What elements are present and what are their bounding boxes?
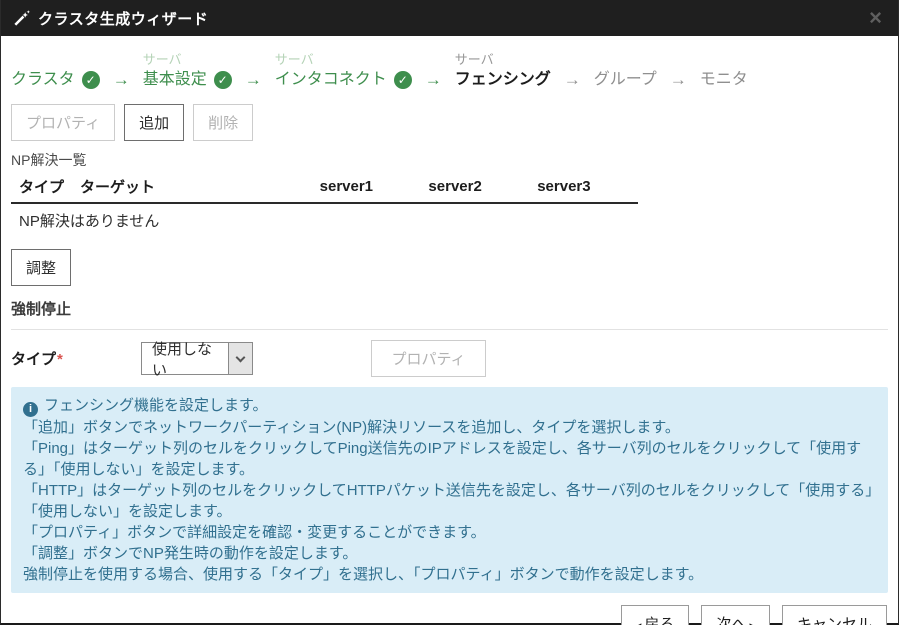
add-button[interactable]: 追加: [124, 104, 184, 141]
col-header-server2: server2: [420, 171, 529, 203]
back-button[interactable]: ◂戻る: [621, 605, 690, 625]
step-label: モニタ: [700, 68, 748, 92]
force-stop-type-row: タイプ* 使用しない プロパティ: [11, 340, 888, 377]
next-arrow-icon: ▸: [749, 620, 755, 625]
close-icon[interactable]: ×: [865, 7, 886, 29]
col-header-server3: server3: [529, 171, 638, 203]
property-button[interactable]: プロパティ: [11, 104, 115, 141]
info-text: 「追加」ボタンでネットワークパーティション(NP)解決リソースを追加し、タイプを…: [23, 417, 876, 438]
wand-icon: [13, 10, 30, 27]
col-header-server1: server1: [312, 171, 421, 203]
step-basic-settings[interactable]: サーバ 基本設定 ✓: [143, 52, 232, 92]
info-text: 「プロパティ」ボタンで詳細設定を確認・変更することができます。: [23, 522, 876, 543]
wizard-stepper: クラスタ ✓ → サーバ 基本設定 ✓ → サーバ インタコネクト ✓ → サー…: [11, 36, 888, 92]
check-circle-icon: ✓: [394, 71, 412, 89]
info-text: 「Ping」はターゲット列のセルをクリックしてPing送信先のIPアドレスを設定…: [23, 438, 876, 480]
info-text: フェンシング機能を設定します。: [44, 397, 268, 414]
window-title: クラスタ生成ウィザード: [38, 8, 208, 29]
cancel-button[interactable]: キャンセル: [782, 605, 887, 625]
np-list-caption: NP解決一覧: [11, 151, 888, 169]
tune-button[interactable]: 調整: [11, 249, 71, 286]
step-interconnect[interactable]: サーバ インタコネクト ✓: [275, 52, 412, 92]
step-label: インタコネクト: [275, 68, 387, 92]
step-sublabel: サーバ: [455, 52, 551, 68]
next-button[interactable]: 次へ▸: [701, 605, 770, 625]
step-label: フェンシング: [455, 68, 551, 92]
check-circle-icon: ✓: [82, 71, 100, 89]
arrow-right-icon: →: [113, 68, 130, 92]
title-bar: クラスタ生成ウィザード ×: [1, 0, 898, 36]
step-label: 基本設定: [143, 68, 207, 92]
type-select-value: 使用しない: [142, 343, 228, 374]
np-toolbar: プロパティ 追加 削除: [11, 104, 888, 141]
np-resolution-table: タイプ ターゲット server1 server2 server3 NP解決はあ…: [11, 171, 638, 237]
remove-button[interactable]: 削除: [193, 104, 253, 141]
info-icon: i: [23, 402, 38, 417]
force-stop-property-button[interactable]: プロパティ: [371, 340, 486, 377]
check-circle-icon: ✓: [214, 71, 232, 89]
info-box: i フェンシング機能を設定します。 「追加」ボタンでネットワークパーティション(N…: [11, 387, 888, 593]
step-cluster[interactable]: クラスタ ✓: [11, 68, 100, 92]
arrow-right-icon: →: [245, 68, 262, 92]
info-text: 「調整」ボタンでNP発生時の動作を設定します。: [23, 543, 876, 564]
step-sublabel: サーバ: [275, 52, 412, 68]
step-monitor[interactable]: モニタ: [700, 68, 748, 92]
arrow-right-icon: →: [564, 68, 581, 92]
chevron-down-icon: [236, 352, 246, 362]
footer-actions: ◂戻る 次へ▸ キャンセル: [11, 605, 888, 625]
select-dropdown-button[interactable]: [228, 343, 252, 374]
info-text: 「HTTP」はターゲット列のセルをクリックしてHTTPパケット送信先を設定し、各…: [23, 480, 876, 522]
step-sublabel: サーバ: [143, 52, 232, 68]
type-field-label: タイプ*: [11, 348, 141, 369]
required-mark: *: [57, 351, 63, 368]
col-header-target: ターゲット: [72, 171, 312, 203]
table-row: NP解決はありません: [11, 203, 638, 237]
type-select[interactable]: 使用しない: [141, 342, 253, 375]
step-group[interactable]: グループ: [594, 68, 657, 92]
step-label: クラスタ: [11, 68, 75, 92]
arrow-right-icon: →: [425, 68, 442, 92]
arrow-right-icon: →: [670, 68, 687, 92]
col-header-type: タイプ: [11, 171, 72, 203]
back-arrow-icon: ◂: [636, 620, 642, 625]
info-text: 強制停止を使用する場合、使用する「タイプ」を選択し、「プロパティ」ボタンで動作を…: [23, 564, 876, 585]
empty-table-message: NP解決はありません: [11, 203, 638, 237]
step-label: グループ: [594, 68, 657, 92]
step-fencing[interactable]: サーバ フェンシング: [455, 52, 551, 92]
force-stop-section-title: 強制停止: [11, 300, 888, 330]
